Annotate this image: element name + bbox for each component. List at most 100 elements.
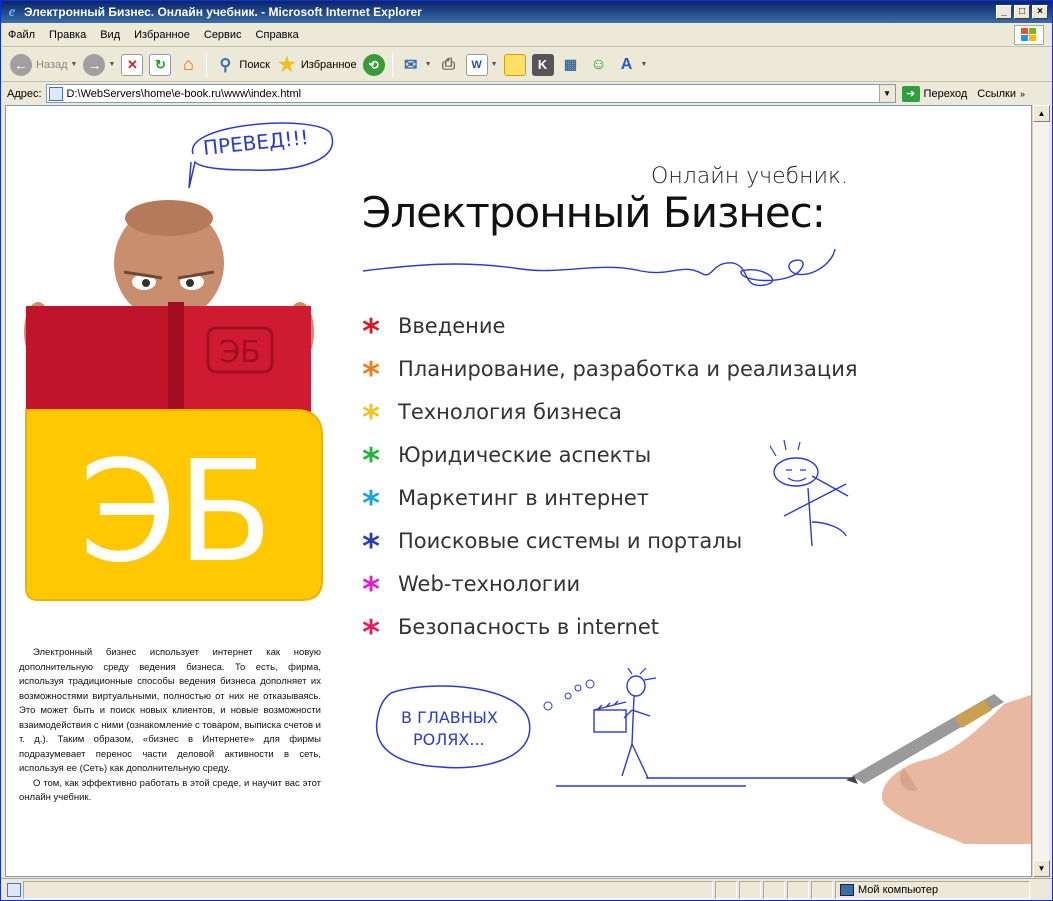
address-label: Адрес: [7, 87, 42, 100]
refresh-button[interactable]: ↻ [146, 51, 174, 79]
back-button[interactable]: ← Назад ▼ [7, 51, 80, 79]
menu-item-label[interactable]: Поисковые системы и порталы [398, 529, 742, 553]
links-button[interactable]: Ссылки » [977, 88, 1025, 100]
edit-dropdown-icon[interactable]: ▼ [491, 61, 498, 68]
mail-dropdown-icon[interactable]: ▼ [425, 61, 432, 68]
stick-figure-drawing [769, 439, 849, 547]
windows-flag-icon [1014, 25, 1044, 45]
maximize-button[interactable]: □ [1014, 5, 1030, 19]
print-button[interactable]: ⎙ [435, 51, 463, 79]
page-subtitle: Онлайн учебник. [651, 164, 849, 189]
roles-text-line2: РОЛЯХ... [413, 730, 485, 749]
page-icon [48, 86, 63, 101]
messenger-button[interactable]: ☺ [585, 51, 613, 79]
k-button[interactable]: K [529, 51, 557, 79]
preved-text: ПРЕВЕД!!! [202, 125, 310, 160]
favorites-label: Избранное [300, 58, 357, 71]
menu-file[interactable]: Файл [1, 29, 42, 41]
book-logo-text: ЭБ [219, 335, 261, 370]
asterisk-icon: * [362, 440, 380, 481]
menu-item-label[interactable]: Планирование, разработка и реализация [398, 357, 857, 381]
search-button[interactable]: ⚲ Поиск [211, 51, 272, 79]
menu-item-label[interactable]: Технология бизнеса [398, 400, 622, 424]
word-icon: W [465, 53, 488, 76]
status-bar: Мой компьютер [1, 878, 1052, 900]
menu-item[interactable]: * Безопасность в internet [358, 605, 857, 653]
refresh-icon: ↻ [149, 53, 172, 76]
asterisk-icon: * [362, 311, 380, 352]
menu-item-label[interactable]: Маркетинг в интернет [398, 486, 649, 510]
browser-window: e Электронный Бизнес. Онлайн учебник. - … [0, 0, 1053, 901]
page-status-icon [7, 882, 21, 897]
favorites-button[interactable]: ★ Избранное [273, 51, 360, 79]
toolbar-separator [391, 52, 393, 77]
edit-button[interactable]: W ▼ [463, 51, 501, 79]
vertical-scrollbar[interactable]: ▲ ▼ [1032, 105, 1050, 877]
chevron-right-icon: » [1019, 88, 1025, 99]
forward-dropdown-icon[interactable]: ▼ [108, 61, 115, 68]
menu-item[interactable]: * Web-технологии [358, 562, 857, 610]
address-input[interactable]: D:\WebServers\home\e-book.ru\www\index.h… [45, 84, 896, 103]
menu-item[interactable]: * Технология бизнеса [358, 390, 857, 438]
note-button[interactable] [501, 51, 529, 79]
menu-item-label[interactable]: Введение [398, 314, 505, 338]
menu-item-label[interactable]: Безопасность в internet [398, 615, 659, 639]
links-label: Ссылки [977, 87, 1016, 100]
preved-bubble: ПРЕВЕД!!! [188, 122, 334, 189]
history-button[interactable]: ⟲ [360, 51, 388, 79]
minimize-button[interactable]: _ [996, 5, 1012, 19]
status-cell [739, 880, 761, 899]
hand-with-pen-image [846, 694, 1031, 844]
title-bar: e Электронный Бизнес. Онлайн учебник. - … [1, 1, 1052, 23]
roles-bubble: В ГЛАВНЫХ РОЛЯХ... [375, 685, 531, 769]
menu-favorites[interactable]: Избранное [127, 29, 197, 41]
menu-item[interactable]: * Введение [358, 304, 857, 352]
encoding-dropdown-icon[interactable]: ▼ [641, 61, 648, 68]
address-url[interactable]: D:\WebServers\home\e-book.ru\www\index.h… [67, 88, 302, 100]
status-cell [715, 880, 737, 899]
forward-arrow-icon: → [83, 53, 106, 76]
logo-text: ЭБ [79, 431, 273, 594]
go-button[interactable]: ➜ Переход [901, 85, 967, 102]
asterisk-icon: * [362, 569, 380, 610]
page-title: Электронный Бизнес: [362, 188, 826, 237]
menu-item-label[interactable]: Web-технологии [398, 572, 580, 596]
menu-edit[interactable]: Правка [42, 29, 93, 41]
address-dropdown-icon[interactable]: ▼ [878, 85, 895, 102]
home-button[interactable]: ⌂ [174, 51, 202, 79]
forward-button[interactable]: → ▼ [80, 51, 118, 79]
scroll-down-icon[interactable]: ▼ [1033, 860, 1050, 877]
menu-item-label[interactable]: Юридические аспекты [398, 443, 651, 467]
man-with-book-image: ЭБ ЭБ [24, 200, 323, 601]
asterisk-icon: * [362, 397, 380, 438]
go-arrow-icon: ➜ [901, 85, 920, 102]
back-dropdown-icon[interactable]: ▼ [71, 61, 78, 68]
scroll-up-icon[interactable]: ▲ [1033, 105, 1050, 122]
page-viewport: ПРЕВЕД!!! Онлайн учебник. Электронный Би… [5, 105, 1032, 877]
encoding-button[interactable]: A ▼ [613, 51, 651, 79]
search-label: Поиск [239, 58, 270, 71]
back-arrow-icon: ← [10, 53, 32, 76]
window-title: Электронный Бизнес. Онлайн учебник. - Mi… [24, 5, 422, 19]
mail-button[interactable]: ✉ ▼ [397, 51, 435, 79]
print-icon: ⎙ [442, 55, 455, 73]
research-button[interactable]: ▦ [557, 51, 585, 79]
search-icon: ⚲ [219, 56, 232, 74]
menu-item[interactable]: * Планирование, разработка и реализация [358, 347, 857, 392]
stop-button[interactable]: ✕ [118, 51, 146, 79]
zone-label: Мой компьютер [858, 883, 939, 896]
menu-view[interactable]: Вид [93, 29, 127, 41]
note-icon [503, 53, 526, 76]
asterisk-icon: * [362, 612, 380, 653]
roles-text-line1: В ГЛАВНЫХ [401, 708, 498, 727]
home-icon: ⌂ [182, 54, 194, 74]
address-bar: Адрес: D:\WebServers\home\e-book.ru\www\… [1, 83, 1052, 104]
intro-paragraph-1: Электронный бизнес использует интернет к… [19, 647, 321, 774]
zone-cell: Мой компьютер [835, 880, 1030, 899]
close-button[interactable]: × [1032, 5, 1048, 19]
menu-help[interactable]: Справка [249, 29, 306, 41]
heading-scribble [362, 248, 836, 287]
status-cell [763, 880, 785, 899]
back-label: Назад [36, 58, 68, 71]
menu-tools[interactable]: Сервис [197, 29, 249, 41]
